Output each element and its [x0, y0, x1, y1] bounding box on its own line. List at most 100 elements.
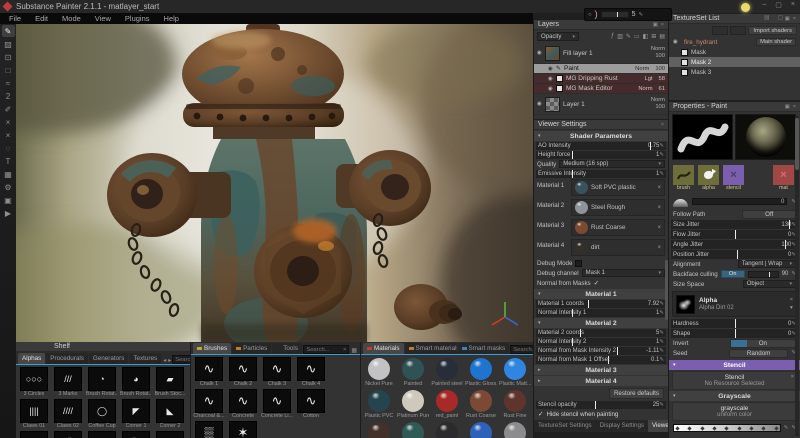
- undock-icon[interactable]: ▣: [785, 16, 790, 22]
- add-layer-icon[interactable]: ⊞: [651, 33, 656, 40]
- alpha-resource-item[interactable]: ◤ Corner 1: [120, 399, 152, 430]
- grayscale-section-header[interactable]: ▾ Grayscale: [669, 391, 800, 401]
- brush-resource-item[interactable]: ▒ Cracks: [193, 421, 225, 438]
- menu-item[interactable]: File: [2, 14, 28, 23]
- alpha-resource-item[interactable]: ◣ Corner 2: [154, 399, 186, 430]
- material-param-slider[interactable]: Normal Intensity 1 1✎: [536, 309, 666, 317]
- alpha-resource-item[interactable]: ▄: [154, 431, 186, 438]
- layer-thumbnail[interactable]: [545, 46, 560, 61]
- debug-mode-checkbox[interactable]: [575, 260, 582, 267]
- backface-culling-toggle[interactable]: On: [721, 270, 745, 278]
- shelf-tab[interactable]: Alphas: [18, 353, 45, 364]
- alpha-resource-item[interactable]: ▞: [52, 431, 84, 438]
- clear-material-icon[interactable]: ×: [657, 225, 661, 231]
- textureset-row-mask[interactable]: Mask: [669, 47, 800, 57]
- brushes-tab[interactable]: Brushes: [193, 343, 231, 354]
- material-resource-item[interactable]: red_paint: [431, 389, 463, 420]
- brush-resource-item[interactable]: ∿ Cotton: [295, 389, 327, 420]
- add-folder-icon[interactable]: ▭: [634, 33, 640, 40]
- quality-dropdown[interactable]: Medium (16 spp)▾: [559, 160, 665, 168]
- settings-tool[interactable]: ⚙: [2, 181, 15, 193]
- visibility-eye-icon[interactable]: ◉: [548, 76, 556, 82]
- alignment-dropdown[interactable]: Tangent | Wrap▾: [738, 260, 796, 268]
- alpha-resource-item[interactable]: ◔ Brush Rotat...: [86, 367, 118, 398]
- brushes-tab[interactable]: Particles: [232, 343, 271, 354]
- material-resource-item[interactable]: Painted: [397, 357, 429, 388]
- layer-thumbnail[interactable]: [545, 97, 560, 112]
- stencil-tool[interactable]: ×: [2, 116, 15, 128]
- clone-tool[interactable]: 2: [2, 90, 15, 102]
- shelf-tab[interactable]: Generators: [89, 353, 129, 364]
- paint-effect-icon[interactable]: ✎: [626, 33, 631, 40]
- close-icon[interactable]: ×: [791, 1, 795, 9]
- material-resource-item[interactable]: [499, 421, 531, 438]
- alpha-resource-item[interactable]: |||| Claws 01: [18, 399, 50, 430]
- brush-size-slider[interactable]: [601, 11, 629, 18]
- material-resource-item[interactable]: [397, 421, 429, 438]
- material-resource-item[interactable]: Platinum Pure: [397, 389, 429, 420]
- materials-tab[interactable]: Materials: [363, 343, 404, 354]
- jitter-slider[interactable]: Position Jitter 0✎: [671, 250, 798, 259]
- shelf-tab[interactable]: Procedurals: [46, 353, 88, 364]
- viewport-render[interactable]: [16, 24, 533, 342]
- material-resource-item[interactable]: Painted steel: [431, 357, 463, 388]
- shader-parameters-header[interactable]: ▾ Shader Parameters: [534, 131, 668, 141]
- menu-item[interactable]: Mode: [55, 14, 88, 23]
- material-resource-item[interactable]: Nickel Pure: [363, 357, 395, 388]
- undock-icon[interactable]: ▣: [785, 104, 790, 110]
- clear-resource-icon[interactable]: ×: [791, 374, 794, 380]
- search-input[interactable]: Search...×: [510, 345, 533, 354]
- brush-resource-item[interactable]: ✶ Crystal: [227, 421, 259, 438]
- stencil-slot[interactable]: × stencil: [722, 165, 745, 194]
- maximize-icon[interactable]: ▢: [775, 1, 782, 9]
- material-param-slider[interactable]: Material 1 coords 7.92✎: [536, 300, 666, 308]
- textureset-row-fire-hydrant[interactable]: ◉ fire_hydrant Main shader: [669, 37, 800, 47]
- material-slot[interactable]: Rust Coarse ×: [571, 219, 665, 236]
- menu-item[interactable]: Help: [157, 14, 186, 23]
- alpha-resource-item[interactable]: ◕ Brush Rotat...: [120, 367, 152, 398]
- follow-path-button[interactable]: Off: [742, 210, 796, 219]
- menu-item[interactable]: View: [88, 14, 118, 23]
- layer-row-mg-mask-editor[interactable]: ◉ MG Mask Editor Norm61: [534, 84, 668, 94]
- materials-tab[interactable]: Smart materials: [405, 343, 457, 354]
- settings-tab[interactable]: Display Settings: [596, 420, 648, 432]
- mask-thumbnail[interactable]: [556, 75, 563, 82]
- grid-view-icon[interactable]: ▦: [351, 347, 357, 354]
- normal-from-masks-checkbox[interactable]: ✓: [594, 279, 599, 287]
- search-input[interactable]: Search...×: [303, 345, 349, 354]
- material-resource-item[interactable]: [431, 421, 463, 438]
- material-picker-tool[interactable]: ✐: [2, 103, 15, 115]
- shape-slider[interactable]: Shape 0✎: [671, 329, 798, 338]
- material-slot[interactable]: Soft PVC plastic ×: [571, 179, 665, 196]
- debug-channel-dropdown[interactable]: Mask 1▾: [582, 269, 665, 277]
- textureset-row-mask-3[interactable]: Mask 3: [669, 67, 800, 77]
- edit-pencil-icon[interactable]: ✎: [784, 425, 789, 431]
- search-input[interactable]: Search...×: [172, 355, 190, 364]
- delete-layer-icon[interactable]: ▤: [659, 33, 665, 40]
- add-mask-icon[interactable]: ▥: [617, 33, 623, 40]
- alpha-resource-item[interactable]: ○○○ 3 Circles: [18, 367, 50, 398]
- camera-tool[interactable]: ▣: [2, 194, 15, 206]
- alpha-resource-item[interactable]: ◯ Coffee Cup: [86, 399, 118, 430]
- paint-tool[interactable]: ✎: [2, 25, 15, 37]
- alpha-resource-item[interactable]: ▚: [120, 431, 152, 438]
- textureset-tool-button[interactable]: [712, 26, 728, 35]
- brushes-tab[interactable]: Tools: [272, 343, 302, 354]
- material-slot[interactable]: × mat: [772, 165, 795, 194]
- alpha-resource-item[interactable]: ▰ Brush Stoc...: [154, 367, 186, 398]
- shelf-tab[interactable]: Textures: [129, 353, 161, 364]
- visibility-eye-icon[interactable]: ◉: [537, 50, 545, 56]
- edit-pencil-icon[interactable]: ✎: [639, 12, 644, 18]
- material-resource-item[interactable]: Plastic Gloss...: [465, 357, 497, 388]
- dock-window-icon[interactable]: ▢: [778, 14, 784, 21]
- smudge-tool[interactable]: ≈: [2, 77, 15, 89]
- brush-resource-item[interactable]: ∿ Chalk 3: [261, 357, 293, 388]
- brush-resource-item[interactable]: ∿ Chalk 4: [295, 357, 327, 388]
- material-resource-item[interactable]: Rust Fine: [499, 389, 531, 420]
- size-space-dropdown[interactable]: Object▾: [743, 280, 796, 288]
- material-resource-item[interactable]: Plastic PVC: [363, 389, 395, 420]
- material-param-slider[interactable]: Normal from Mask 1 Offset 0.1✎: [536, 356, 666, 364]
- material-param-slider[interactable]: Normal from Mask Intensity 2 -1.11✎: [536, 347, 666, 355]
- stencil-section-header[interactable]: ▾ Stencil: [669, 360, 800, 370]
- height-force-slider[interactable]: Height force 1✎: [536, 151, 666, 159]
